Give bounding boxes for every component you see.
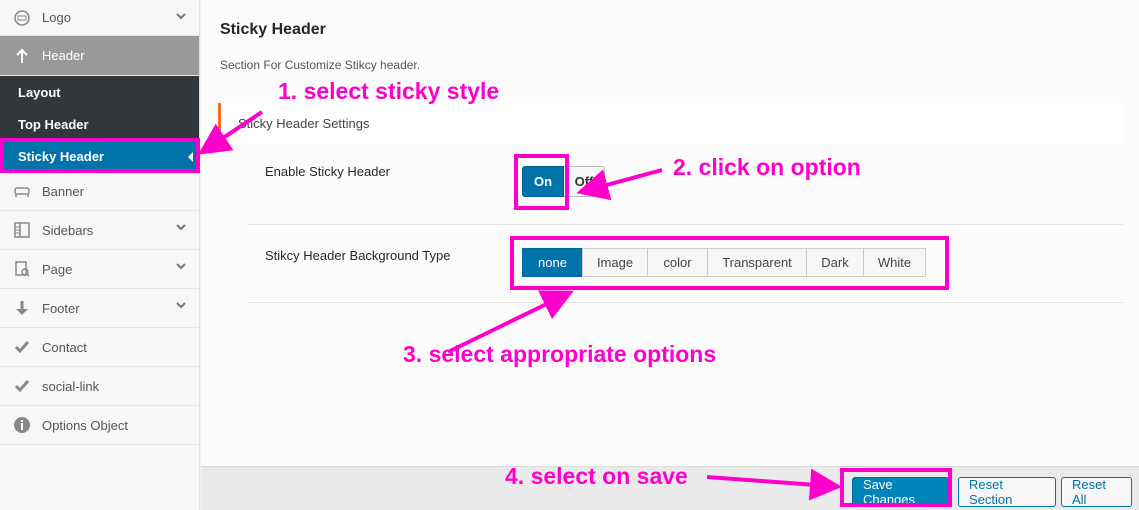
sidebar-item-options-object[interactable]: Options Object bbox=[0, 406, 199, 445]
chevron-down-icon bbox=[175, 10, 187, 25]
sidebar-item-label: Page bbox=[42, 261, 73, 277]
annotation-step4: 4. select on save bbox=[505, 463, 688, 489]
arrow-up-icon bbox=[12, 46, 32, 66]
sofa-icon bbox=[12, 181, 32, 201]
chevron-down-icon bbox=[175, 221, 187, 236]
sidebar-item-sidebars[interactable]: Sidebars bbox=[0, 211, 199, 250]
divider bbox=[248, 302, 1123, 303]
columns-icon bbox=[12, 220, 32, 240]
sidebar-item-banner[interactable]: Banner bbox=[0, 172, 199, 211]
info-icon bbox=[12, 415, 32, 435]
bg-type-button-group: none Image color Transparent Dark White bbox=[522, 248, 926, 277]
check-icon bbox=[12, 376, 32, 396]
sidebar-item-label: Contact bbox=[42, 339, 87, 355]
sidebar-item-page[interactable]: Page bbox=[0, 250, 199, 289]
sidebar: Logo Header Layout Top Header Sticky Hea… bbox=[0, 0, 200, 510]
save-changes-button[interactable]: Save Changes bbox=[852, 477, 949, 507]
sidebar-item-social-link[interactable]: social-link bbox=[0, 367, 199, 406]
sidebar-subitem-sticky-header[interactable]: Sticky Header bbox=[0, 140, 199, 172]
header-submenu: Layout Top Header Sticky Header bbox=[0, 76, 199, 172]
annotation-step3: 3. select appropriate options bbox=[403, 341, 717, 367]
sidebar-subitem-top-header[interactable]: Top Header bbox=[0, 108, 199, 140]
sidebar-item-label: Banner bbox=[42, 183, 84, 199]
chevron-down-icon bbox=[175, 260, 187, 275]
sidebar-item-label: Footer bbox=[42, 300, 80, 316]
bg-type-label: Stikcy Header Background Type bbox=[265, 248, 451, 263]
sidebar-item-header[interactable]: Header bbox=[0, 36, 199, 76]
switch-on-button[interactable]: On bbox=[522, 166, 564, 197]
reset-section-button[interactable]: Reset Section bbox=[958, 477, 1056, 507]
sidebar-item-label: social-link bbox=[42, 378, 100, 394]
bg-option-color[interactable]: color bbox=[647, 248, 708, 277]
main-panel: Sticky Header Section For Customize Stik… bbox=[201, 0, 1139, 466]
settings-heading-text: Sticky Header Settings bbox=[238, 115, 370, 131]
sidebar-item-label: Sidebars bbox=[42, 222, 94, 238]
bg-option-none[interactable]: none bbox=[522, 248, 583, 277]
sidebar-item-contact[interactable]: Contact bbox=[0, 328, 199, 367]
sidebar-item-label: Header bbox=[42, 48, 85, 63]
settings-heading: Sticky Header Settings bbox=[218, 103, 1123, 143]
bg-option-dark[interactable]: Dark bbox=[806, 248, 864, 277]
section-description: Section For Customize Stikcy header. bbox=[220, 58, 421, 72]
check-icon bbox=[12, 337, 32, 357]
annotation-step1: 1. select sticky style bbox=[278, 78, 500, 104]
bg-option-image[interactable]: Image bbox=[582, 248, 648, 277]
arrow-down-icon bbox=[12, 298, 32, 318]
sidebar-item-footer[interactable]: Footer bbox=[0, 289, 199, 328]
enable-sticky-switch: On Off bbox=[522, 166, 605, 197]
sidebar-item-logo[interactable]: Logo bbox=[0, 0, 199, 36]
annotation-step2: 2. click on option bbox=[673, 154, 861, 180]
sidebar-item-label: Options Object bbox=[42, 417, 128, 433]
enable-sticky-label: Enable Sticky Header bbox=[265, 164, 391, 179]
divider bbox=[248, 224, 1123, 225]
bg-option-transparent[interactable]: Transparent bbox=[707, 248, 807, 277]
bg-option-white[interactable]: White bbox=[863, 248, 926, 277]
sidebar-item-label: Logo bbox=[42, 10, 71, 25]
reset-all-button[interactable]: Reset All bbox=[1061, 477, 1132, 507]
document-icon bbox=[12, 259, 32, 279]
sidebar-subitem-layout[interactable]: Layout bbox=[0, 76, 199, 108]
switch-off-button[interactable]: Off bbox=[564, 166, 605, 197]
page-title: Sticky Header bbox=[220, 21, 326, 38]
logo-icon bbox=[12, 8, 32, 28]
chevron-down-icon bbox=[175, 299, 187, 314]
